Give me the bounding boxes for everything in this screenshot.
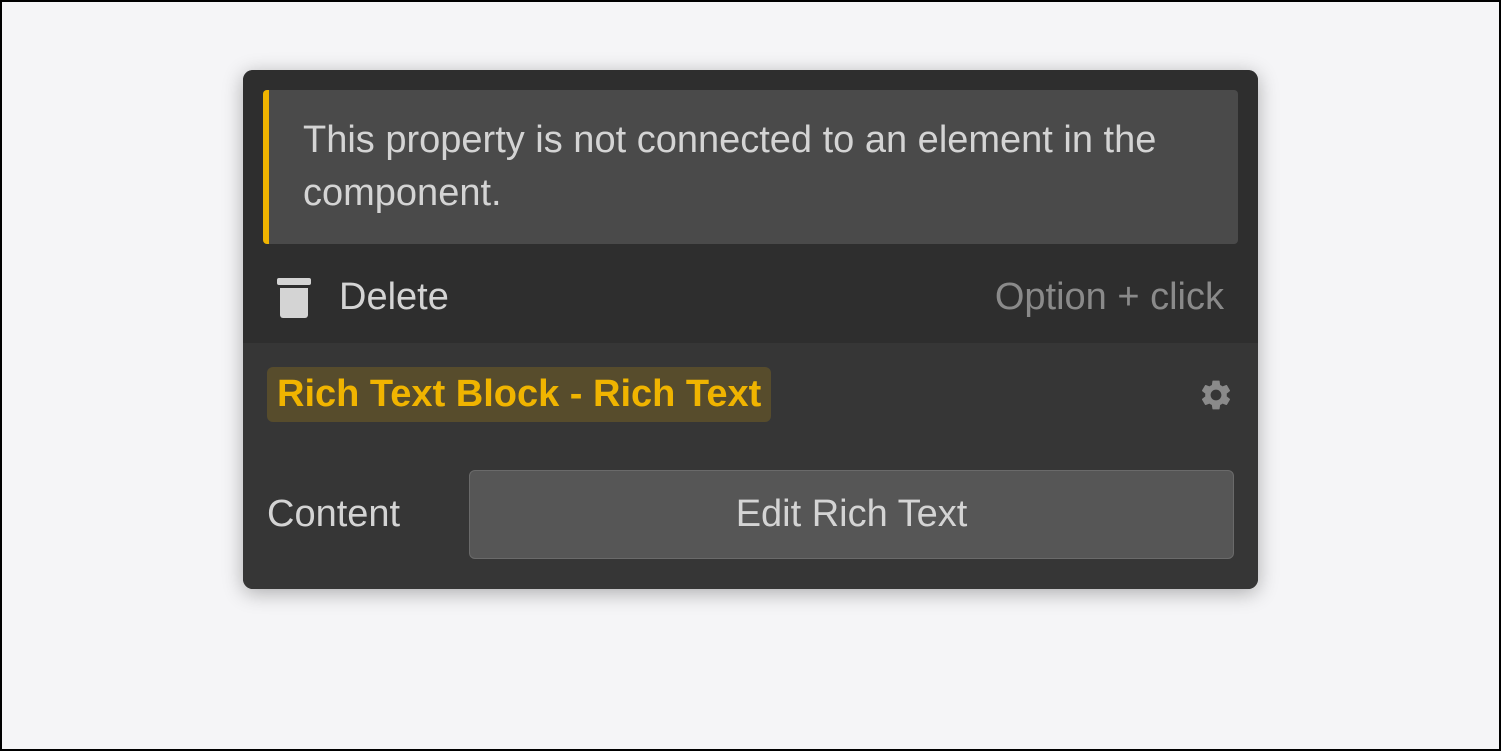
section-header: Rich Text Block - Rich Text (267, 367, 1234, 422)
delete-label: Delete (339, 276, 449, 319)
section-title-badge[interactable]: Rich Text Block - Rich Text (267, 367, 771, 422)
warning-message: This property is not connected to an ele… (303, 114, 1204, 220)
edit-rich-text-button[interactable]: Edit Rich Text (469, 470, 1234, 559)
gear-icon[interactable] (1198, 377, 1234, 413)
shortcut-hint: Option + click (995, 276, 1224, 319)
content-label: Content (267, 493, 437, 536)
trash-icon (277, 278, 311, 318)
delete-action-left: Delete (277, 276, 449, 319)
content-row: Content Edit Rich Text (267, 470, 1234, 559)
warning-callout: This property is not connected to an ele… (263, 90, 1238, 244)
delete-action-row[interactable]: Delete Option + click (263, 276, 1238, 319)
property-panel: This property is not connected to an ele… (243, 70, 1258, 589)
property-section: Rich Text Block - Rich Text Content Edit… (243, 343, 1258, 589)
tooltip-section: This property is not connected to an ele… (243, 70, 1258, 343)
